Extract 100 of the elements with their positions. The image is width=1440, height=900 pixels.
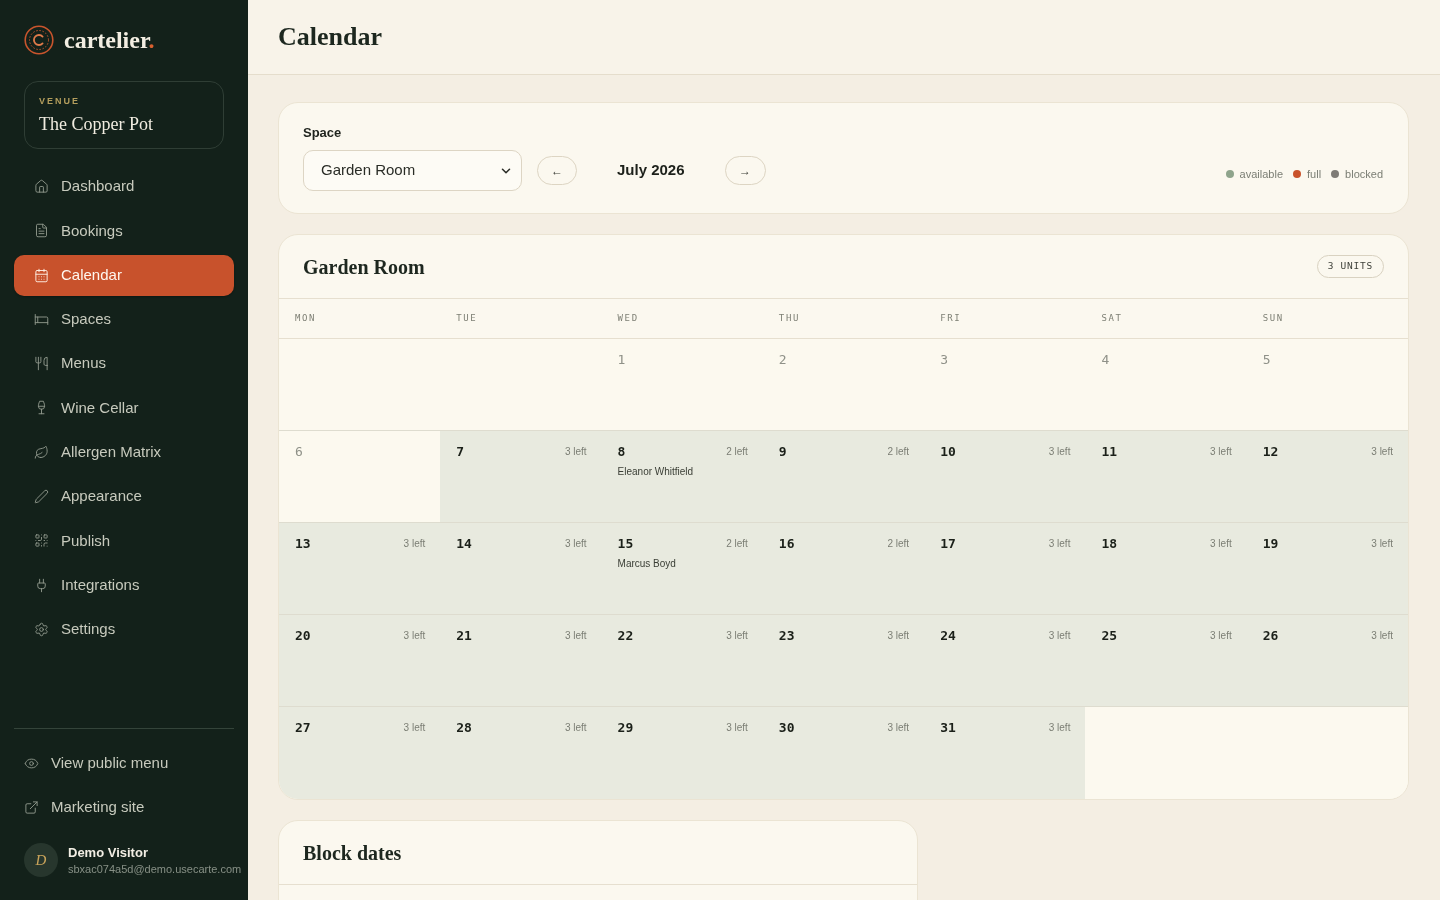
day-number: 6 <box>295 444 303 460</box>
booking-name: Marcus Boyd <box>617 557 676 570</box>
sidebar-link[interactable]: Marketing site <box>14 787 234 828</box>
day-cell[interactable]: 24 3 left <box>924 615 1086 706</box>
weekday-label: SAT <box>1101 311 1123 325</box>
booking-name: Eleanor Whitfield <box>617 465 694 478</box>
day-cell[interactable]: 17 3 left <box>924 523 1086 614</box>
fork-knife-icon <box>34 356 49 372</box>
weekday-label: WED <box>617 311 639 325</box>
day-cell[interactable]: 27 3 left <box>279 707 441 799</box>
plug-icon <box>34 577 49 593</box>
day-cell[interactable]: 29 3 left <box>601 707 763 799</box>
user-email: sbxac074a5d@demo.usecarte.com <box>68 862 242 876</box>
remaining-count: 3 left <box>887 629 910 643</box>
nav-item[interactable]: Bookings <box>14 210 234 252</box>
weekday-label: SUN <box>1262 311 1284 325</box>
remaining-count: 3 left <box>726 629 748 643</box>
day-cell[interactable]: 31 3 left <box>924 707 1086 799</box>
calendar-icon <box>34 267 49 283</box>
settings-icon <box>34 621 49 637</box>
day-number: 3 <box>940 352 948 368</box>
remaining-count: 3 left <box>1371 445 1393 459</box>
venue-card[interactable]: VENUE The Copper Pot <box>24 81 224 149</box>
day-cell[interactable]: 12 3 left <box>1246 431 1408 522</box>
remaining-count: 3 left <box>564 721 587 735</box>
nav-item[interactable]: Integrations <box>14 564 234 606</box>
day-number: 20 <box>295 628 311 644</box>
day-cell[interactable]: 21 3 left <box>440 615 602 706</box>
space-select[interactable]: Garden Room <box>303 150 522 191</box>
day-number: 25 <box>1101 628 1118 644</box>
remaining-count: 3 left <box>403 629 426 643</box>
day-number: 14 <box>456 536 472 552</box>
nav-item[interactable]: Menus <box>14 343 234 385</box>
day-number: 23 <box>778 628 795 644</box>
day-cell[interactable]: 9 2 left <box>762 431 925 522</box>
legend-label: available <box>1239 166 1283 182</box>
nav-item[interactable]: Appearance <box>14 476 234 518</box>
day-number: 8 <box>617 444 626 460</box>
remaining-count: 3 left <box>1210 629 1232 643</box>
day-cell[interactable]: 14 3 left <box>440 523 602 614</box>
nav-item[interactable]: Wine Cellar <box>14 387 234 429</box>
qr-code-icon <box>34 533 49 549</box>
nav-item[interactable]: Allergen Matrix <box>14 431 234 473</box>
logo-icon <box>24 25 54 55</box>
pen-icon <box>34 489 49 505</box>
remaining-count: 3 left <box>403 721 426 735</box>
remaining-count: 3 left <box>887 721 910 735</box>
user-avatar: D <box>24 843 58 877</box>
venue-name: The Copper Pot <box>39 113 153 135</box>
day-cell[interactable]: 22 3 left <box>601 615 763 706</box>
day-cell[interactable]: 18 3 left <box>1085 523 1247 614</box>
section-title: Block dates <box>303 840 402 866</box>
weekday-label: THU <box>778 311 800 325</box>
remaining-count: 3 left <box>564 445 587 459</box>
external-link-icon <box>24 800 39 815</box>
day-cell[interactable]: 10 3 left <box>924 431 1086 522</box>
day-cell[interactable]: 26 3 left <box>1246 615 1408 706</box>
day-cell[interactable]: 11 3 left <box>1085 431 1247 522</box>
nav-item[interactable]: Publish <box>14 520 234 562</box>
day-cell[interactable]: 13 3 left <box>279 523 441 614</box>
sidebar-link[interactable]: View public menu <box>14 742 234 784</box>
day-number: 7 <box>456 444 465 460</box>
day-number: 28 <box>456 720 472 736</box>
day-number: 16 <box>778 536 795 552</box>
nav-item[interactable]: Dashboard <box>14 166 234 207</box>
day-number: 31 <box>940 720 956 736</box>
day-number: 1 <box>617 352 626 368</box>
nav-item[interactable]: Spaces <box>14 298 234 340</box>
day-cell[interactable]: 28 3 left <box>440 707 602 799</box>
day-number: 12 <box>1262 444 1279 460</box>
day-cell[interactable]: 7 3 left <box>440 431 602 522</box>
day-number: 18 <box>1101 536 1118 552</box>
weekday-label: MON <box>295 311 317 325</box>
remaining-count: 3 left <box>1048 537 1071 551</box>
brand-name: cartelier. <box>64 28 155 52</box>
day-cell[interactable]: 30 3 left <box>762 707 925 799</box>
document-icon <box>34 223 49 239</box>
page-title: Calendar <box>278 22 382 52</box>
remaining-count: 3 left <box>564 537 587 551</box>
day-number: 4 <box>1101 352 1110 368</box>
day-cell[interactable]: 16 2 left <box>762 523 925 614</box>
day-cell[interactable]: 8 2 left Eleanor Whitfield <box>601 431 763 522</box>
day-cell[interactable]: 23 3 left <box>762 615 925 706</box>
day-cell[interactable]: 15 2 left Marcus Boyd <box>601 523 763 614</box>
weekday-label: TUE <box>456 311 478 325</box>
day-cell[interactable]: 20 3 left <box>279 615 441 706</box>
day-number: 10 <box>940 444 956 460</box>
day-number: 15 <box>617 536 634 552</box>
day-number: 29 <box>617 720 634 736</box>
remaining-count: 3 left <box>1210 537 1232 551</box>
calendar-title: Garden Room <box>303 254 425 280</box>
day-number: 26 <box>1262 628 1279 644</box>
nav-item[interactable]: Calendar <box>14 254 234 296</box>
day-number: 22 <box>617 628 634 644</box>
remaining-count: 3 left <box>1048 445 1071 459</box>
day-cell[interactable]: 25 3 left <box>1085 615 1247 706</box>
day-number: 11 <box>1101 444 1118 460</box>
day-cell[interactable]: 19 3 left <box>1246 523 1408 614</box>
remaining-count: 2 left <box>726 537 748 551</box>
nav-item[interactable]: Settings <box>14 608 234 650</box>
